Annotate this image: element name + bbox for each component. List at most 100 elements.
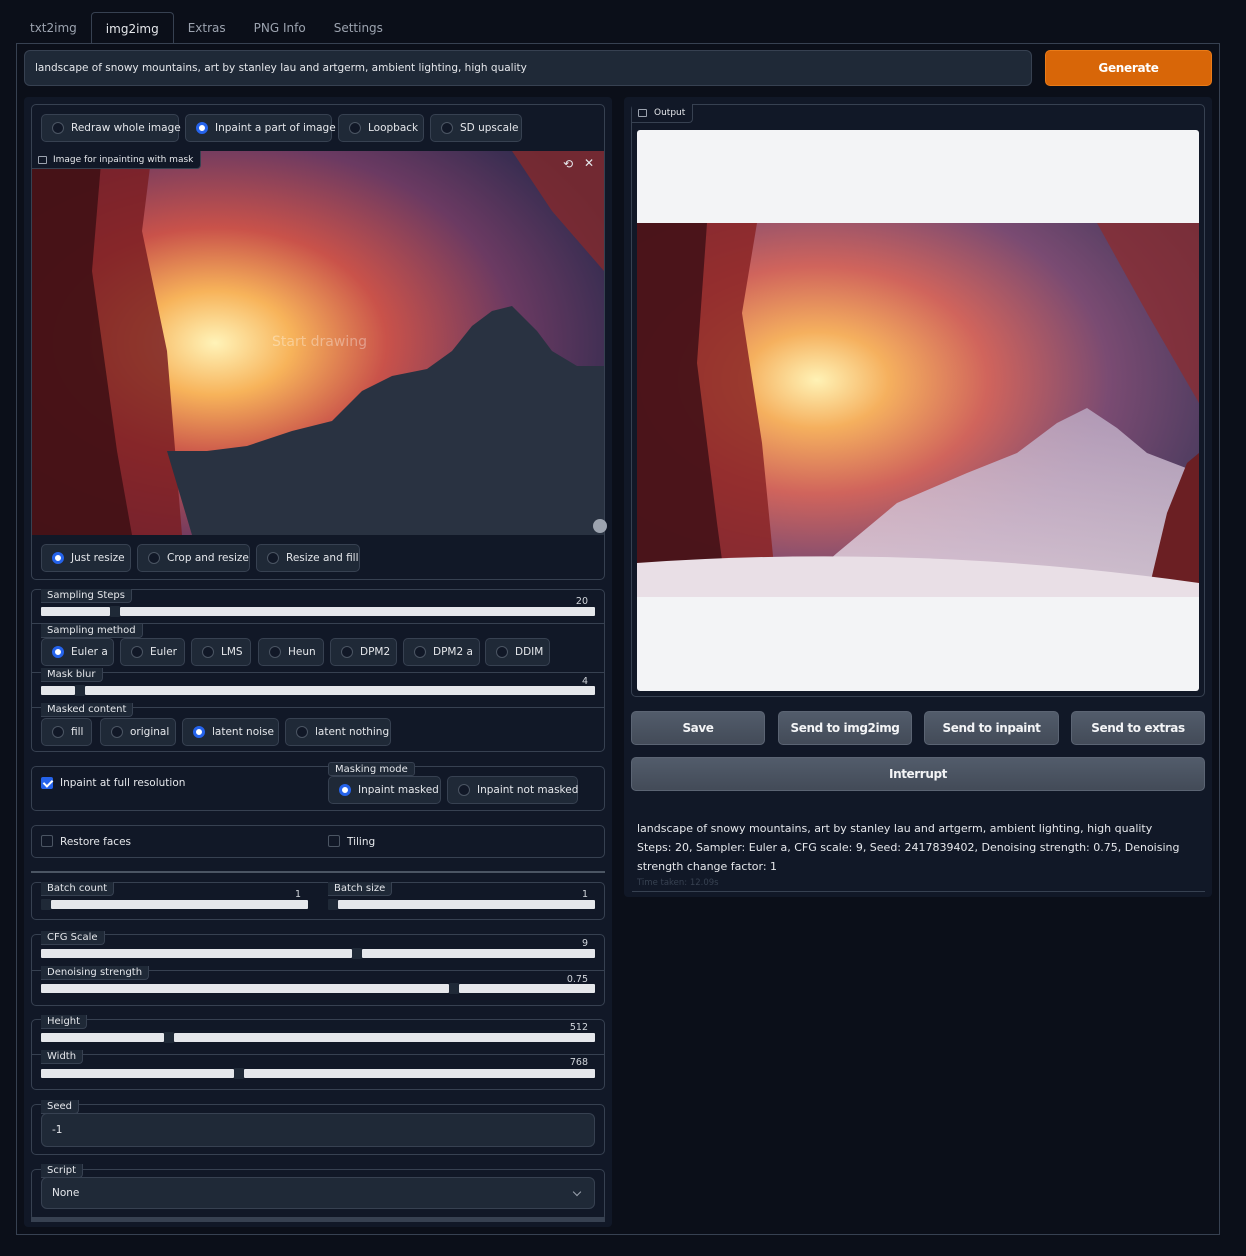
tiling-label: Tiling [347, 836, 376, 848]
mode-option-loopback[interactable]: Loopback [338, 114, 424, 142]
masked-content-fill[interactable]: fill [41, 718, 92, 746]
masking-mode-not-masked[interactable]: Inpaint not masked [447, 776, 578, 804]
slider-thumb[interactable] [328, 899, 338, 910]
tab-img2img[interactable]: img2img [90, 12, 174, 44]
brush-size-handle[interactable] [593, 519, 607, 533]
cfg-scale-label: CFG Scale [41, 931, 105, 945]
radio-label: DDIM [515, 646, 544, 658]
tab-settings[interactable]: Settings [320, 12, 397, 44]
batch-count-slider[interactable] [41, 899, 308, 910]
slider-thumb[interactable] [110, 606, 120, 617]
chevron-down-icon [572, 1187, 582, 1197]
sampler-euler-a[interactable]: Euler a [41, 638, 114, 666]
script-select[interactable]: None [41, 1177, 595, 1209]
image-label: Image for inpainting with mask [32, 151, 202, 169]
slider-track [120, 607, 595, 616]
width-slider[interactable] [41, 1068, 595, 1079]
undo-icon[interactable]: ⟲ [563, 157, 573, 171]
script-select-value: None [52, 1187, 80, 1199]
inpaint-full-res-label: Inpaint at full resolution [60, 777, 186, 789]
slider-thumb[interactable] [41, 899, 51, 910]
close-icon[interactable]: ✕ [584, 156, 594, 170]
masking-mode-masked[interactable]: Inpaint masked [328, 776, 441, 804]
slider-thumb[interactable] [449, 983, 459, 994]
masking-mode-label: Masking mode [328, 762, 415, 776]
resize-option-just[interactable]: Just resize [41, 544, 131, 572]
divider [32, 1054, 604, 1055]
radio-label: Inpaint a part of image [215, 122, 336, 134]
mode-option-sd-upscale[interactable]: SD upscale [430, 114, 522, 142]
output-gallery[interactable] [637, 130, 1199, 691]
sampler-ddim[interactable]: DDIM [485, 638, 550, 666]
radio-label: Inpaint not masked [477, 784, 579, 796]
generate-button[interactable]: Generate [1045, 50, 1212, 86]
resize-option-crop[interactable]: Crop and resize [137, 544, 250, 572]
radio-dot [458, 784, 470, 796]
radio-label: DPM2 [360, 646, 391, 658]
radio-dot [131, 646, 143, 658]
sampler-dpm2[interactable]: DPM2 [330, 638, 397, 666]
send-to-extras-button[interactable]: Send to extras [1071, 711, 1205, 745]
masked-content-label: Masked content [41, 703, 134, 717]
radio-label: Redraw whole image [71, 122, 181, 134]
send-to-inpaint-button[interactable]: Send to inpaint [924, 711, 1059, 745]
divider [632, 891, 1205, 892]
masked-content-original[interactable]: original [100, 718, 176, 746]
slider-thumb[interactable] [352, 948, 362, 959]
tab-png-info[interactable]: PNG Info [240, 12, 320, 44]
slider-thumb[interactable] [164, 1032, 174, 1043]
save-button[interactable]: Save [631, 711, 765, 745]
radio-label: latent noise [212, 726, 274, 738]
radio-dot [111, 726, 123, 738]
prompt-input[interactable]: landscape of snowy mountains, art by sta… [24, 50, 1032, 86]
slider-track-filled [41, 1033, 164, 1042]
restore-faces-checkbox[interactable] [41, 835, 53, 847]
mask-blur-slider[interactable] [41, 685, 595, 696]
height-label: Height [41, 1015, 88, 1029]
resize-option-fill[interactable]: Resize and fill [256, 544, 360, 572]
info-prompt: landscape of snowy mountains, art by sta… [637, 822, 1153, 835]
generation-info: landscape of snowy mountains, art by sta… [637, 819, 1197, 890]
radio-dot [267, 552, 279, 564]
radio-dot [52, 726, 64, 738]
cfg-scale-slider[interactable] [41, 948, 595, 959]
send-to-img2img-button[interactable]: Send to img2img [778, 711, 912, 745]
radio-dot [341, 646, 353, 658]
radio-dot [148, 552, 160, 564]
sampling-steps-slider[interactable] [41, 606, 595, 617]
sampler-euler[interactable]: Euler [120, 638, 185, 666]
radio-dot [349, 122, 361, 134]
height-slider[interactable] [41, 1032, 595, 1043]
slider-thumb[interactable] [234, 1068, 244, 1079]
mode-option-inpaint[interactable]: Inpaint a part of image [185, 114, 336, 142]
seed-label: Seed [41, 1100, 79, 1114]
mask-blur-label: Mask blur [41, 668, 103, 682]
seed-input[interactable]: -1 [41, 1113, 595, 1147]
tiling-checkbox[interactable] [328, 835, 340, 847]
slider-thumb[interactable] [75, 685, 85, 696]
slider-track-filled [41, 1069, 234, 1078]
radio-dot [339, 784, 351, 796]
tab-extras[interactable]: Extras [174, 12, 240, 44]
slider-track-filled [41, 949, 352, 958]
slider-track-filled [41, 686, 75, 695]
radio-dot [52, 122, 64, 134]
batch-size-slider[interactable] [328, 899, 595, 910]
width-value: 768 [569, 1057, 588, 1068]
sampler-lms[interactable]: LMS [191, 638, 251, 666]
slider-track [85, 686, 595, 695]
inpaint-canvas[interactable]: Start drawing [32, 151, 604, 535]
masked-content-latent-nothing[interactable]: latent nothing [285, 718, 391, 746]
masked-content-latent-noise[interactable]: latent noise [182, 718, 279, 746]
mode-option-redraw[interactable]: Redraw whole image [41, 114, 181, 142]
tab-txt2img[interactable]: txt2img [16, 12, 91, 44]
sampler-heun[interactable]: Heun [258, 638, 324, 666]
divider [31, 871, 605, 873]
interrupt-button[interactable]: Interrupt [631, 757, 1205, 791]
radio-label: fill [71, 726, 84, 738]
denoising-strength-slider[interactable] [41, 983, 595, 994]
radio-label: Euler [150, 646, 177, 658]
sampler-dpm2-a[interactable]: DPM2 a [403, 638, 480, 666]
inpaint-full-res-checkbox[interactable] [41, 777, 53, 789]
slider-track [362, 949, 595, 958]
